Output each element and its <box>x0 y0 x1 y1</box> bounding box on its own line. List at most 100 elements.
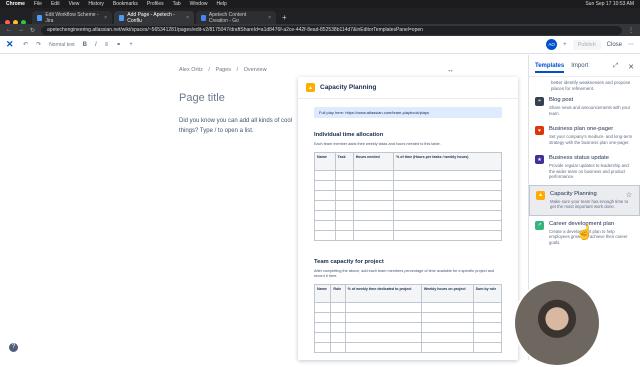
browser-menu-icon[interactable]: ⋮ <box>628 27 634 34</box>
page-title-input[interactable]: Page title <box>179 92 225 104</box>
template-description: Provide regular updates to leadership an… <box>549 163 629 179</box>
confluence-logo-icon[interactable]: ✕ <box>6 40 15 49</box>
column-header: Name <box>314 152 336 171</box>
section-heading: Team capacity for project <box>314 259 384 265</box>
column-header: Weekly hours on project <box>420 284 474 303</box>
table-row <box>314 210 502 221</box>
tab-templates[interactable]: Templates <box>535 63 565 73</box>
menu-file[interactable]: File <box>34 1 42 7</box>
table-row <box>314 170 502 181</box>
browser-tab-docs[interactable]: Apetech Content Creation - Go × <box>196 11 276 24</box>
star-icon[interactable]: ☆ <box>626 191 632 199</box>
section-description: After completing the above, add each tea… <box>314 269 495 278</box>
menu-history[interactable]: History <box>88 1 104 7</box>
add-collaborator-icon[interactable]: + <box>563 42 567 48</box>
menu-profiles[interactable]: Profiles <box>147 1 164 7</box>
italic-icon[interactable]: I <box>95 42 97 48</box>
team-capacity-table: Name Role% of weekly time dedicated to pr… <box>313 284 503 353</box>
panel-tabs: Templates Import ⤢ ✕ <box>529 55 640 77</box>
template-item-business-plan[interactable]: ♥ Business plan one-pager Set your compan… <box>529 121 640 150</box>
template-title: Business plan one-pager <box>549 126 614 132</box>
table-row <box>314 230 502 241</box>
table-row <box>313 342 503 353</box>
breadcrumb: Alex Ortiz / Pages / Overview <box>179 67 271 73</box>
info-panel: Full play here: https://www.atlassian.co… <box>314 107 502 118</box>
more-options-icon[interactable]: ⋯ <box>628 41 634 48</box>
table-row <box>313 312 503 323</box>
tab-close-icon[interactable]: × <box>268 15 271 21</box>
help-icon[interactable]: ? <box>9 343 18 352</box>
menu-edit[interactable]: Edit <box>51 1 60 7</box>
table-row <box>313 322 503 333</box>
hand-cursor-icon: ☝ <box>576 224 594 240</box>
new-tab-icon[interactable]: + <box>278 11 291 24</box>
publish-button[interactable]: Publish <box>572 39 601 50</box>
tab-label: Add Page - Apetech - Conflu <box>127 11 175 24</box>
table-row <box>314 190 502 201</box>
template-preview: ▲ Capacity Planning Full play here: http… <box>298 77 518 360</box>
menu-bookmarks[interactable]: Bookmarks <box>113 1 138 7</box>
tab-close-icon[interactable]: × <box>104 15 107 21</box>
tab-import[interactable]: Import <box>571 63 588 73</box>
breadcrumb-item[interactable]: Overview <box>244 67 267 73</box>
insert-icon[interactable]: + <box>129 42 133 48</box>
table-row <box>314 220 502 231</box>
docs-favicon-icon <box>201 14 206 21</box>
column-header: % of weekly time dedicated to project <box>344 284 422 303</box>
menu-help[interactable]: Help <box>216 1 226 7</box>
breadcrumb-separator: / <box>236 67 239 73</box>
close-button[interactable]: Close <box>607 42 622 48</box>
browser-tab-jira[interactable]: Edit Workflow Scheme - Jira × <box>32 11 112 24</box>
expand-panel-icon[interactable]: ⤢ <box>613 63 618 73</box>
reload-icon[interactable]: ↻ <box>30 27 35 34</box>
menu-clock: Sun Sep 17 10:53 AM <box>585 1 634 7</box>
editor-hint[interactable]: Did you know you can add all kinds of co… <box>179 116 301 136</box>
tab-label: Edit Workflow Scheme - Jira <box>45 11 99 24</box>
text-style-dropdown[interactable]: Normal text <box>49 42 75 48</box>
browser-tab-confluence[interactable]: Add Page - Apetech - Conflu × <box>114 11 194 24</box>
preview-body: Full play here: https://www.atlassian.co… <box>298 99 518 360</box>
template-item-capacity-planning[interactable]: ▲ Capacity Planning Make sure your team h… <box>529 184 640 216</box>
template-item-business-status[interactable]: ★ Business status update Provide regular … <box>529 150 640 185</box>
editor-toolbar: ✕ ↶ ↷ Normal text B I ≡ ⚭ + AO + Publish… <box>0 36 640 54</box>
business-plan-icon: ♥ <box>535 126 544 135</box>
career-development-icon: ↗ <box>535 220 544 230</box>
confluence-favicon-icon <box>119 14 125 21</box>
back-icon[interactable]: ← <box>6 27 12 33</box>
template-title: Capacity Planning <box>550 190 597 197</box>
menu-view[interactable]: View <box>69 1 80 7</box>
avatar[interactable]: AO <box>546 39 558 50</box>
capacity-planning-icon: ▲ <box>306 83 315 92</box>
tab-label: Apetech Content Creation - Go <box>208 11 247 24</box>
previous-item-description: better identify weaknesses and propose p… <box>551 80 631 91</box>
template-item-blog-post[interactable]: ❝ Blog post Share news and announcements … <box>529 92 640 121</box>
undo-icon[interactable]: ↶ <box>23 41 28 48</box>
preview-header: ▲ Capacity Planning <box>298 77 518 99</box>
template-title: Blog post <box>549 97 574 103</box>
close-panel-icon[interactable]: ✕ <box>628 63 634 73</box>
section-description: Each team member adds their weekly tasks… <box>314 142 441 146</box>
breadcrumb-item[interactable]: Alex Ortiz <box>179 67 203 73</box>
section-heading: Individual time allocation <box>314 132 384 138</box>
preview-title: Capacity Planning <box>320 84 377 91</box>
editor-area: Alex Ortiz / Pages / Overview ↔ Page tit… <box>0 55 528 360</box>
forward-icon[interactable]: → <box>18 27 24 33</box>
capacity-planning-icon: ▲ <box>536 190 545 200</box>
template-description: Share news and announcements with your t… <box>549 105 631 116</box>
table-row <box>313 302 503 313</box>
template-description: Set your company's medium- and long-term… <box>549 134 633 145</box>
bold-icon[interactable]: B <box>83 42 87 48</box>
address-bar-row: ← → ↻ apetechengineering.atlassian.net/w… <box>0 24 640 36</box>
breadcrumb-item[interactable]: Pages <box>215 67 231 73</box>
business-status-icon: ★ <box>535 155 544 164</box>
link-icon[interactable]: ⚭ <box>116 41 121 48</box>
template-description: Make sure your team has enough time to g… <box>550 198 629 210</box>
url-field[interactable]: apetechengineering.atlassian.net/wiki/sp… <box>41 25 622 35</box>
expand-width-icon[interactable]: ↔ <box>447 67 454 74</box>
tab-close-icon[interactable]: × <box>186 15 189 21</box>
menu-window[interactable]: Window <box>190 1 208 7</box>
bullet-list-icon[interactable]: ≡ <box>105 42 109 48</box>
menu-app-name[interactable]: Chrome <box>6 1 25 7</box>
menu-tab[interactable]: Tab <box>173 1 181 7</box>
redo-icon[interactable]: ↷ <box>36 41 41 48</box>
